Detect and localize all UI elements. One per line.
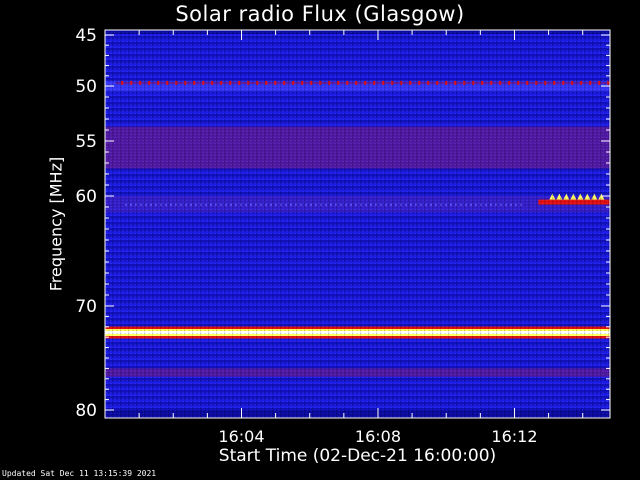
spectrogram-chart: 45 50 55 60 70 80 16:04 16:08 16:12 — [75, 26, 611, 446]
y-tick-label: 55 — [75, 132, 97, 152]
y-axis-label: Frequency [MHz] — [46, 156, 66, 292]
y-tick-label: 60 — [75, 187, 97, 207]
x-tick-label: 16:04 — [218, 427, 264, 446]
plot-overlay — [105, 30, 610, 418]
x-tick-label: 16:12 — [491, 427, 537, 446]
y-tick-label: 70 — [75, 297, 97, 317]
y-tick-label: 80 — [75, 401, 97, 421]
y-tick-label: 45 — [75, 26, 97, 46]
x-tick-label: 16:08 — [355, 427, 401, 446]
y-tick-label: 50 — [75, 77, 97, 97]
x-axis-label: Start Time (02-Dec-21 16:00:00) — [218, 446, 497, 466]
chart-title: Solar radio Flux (Glasgow) — [175, 2, 465, 26]
updated-timestamp: Updated Sat Dec 11 13:15:39 2021 — [2, 469, 157, 478]
